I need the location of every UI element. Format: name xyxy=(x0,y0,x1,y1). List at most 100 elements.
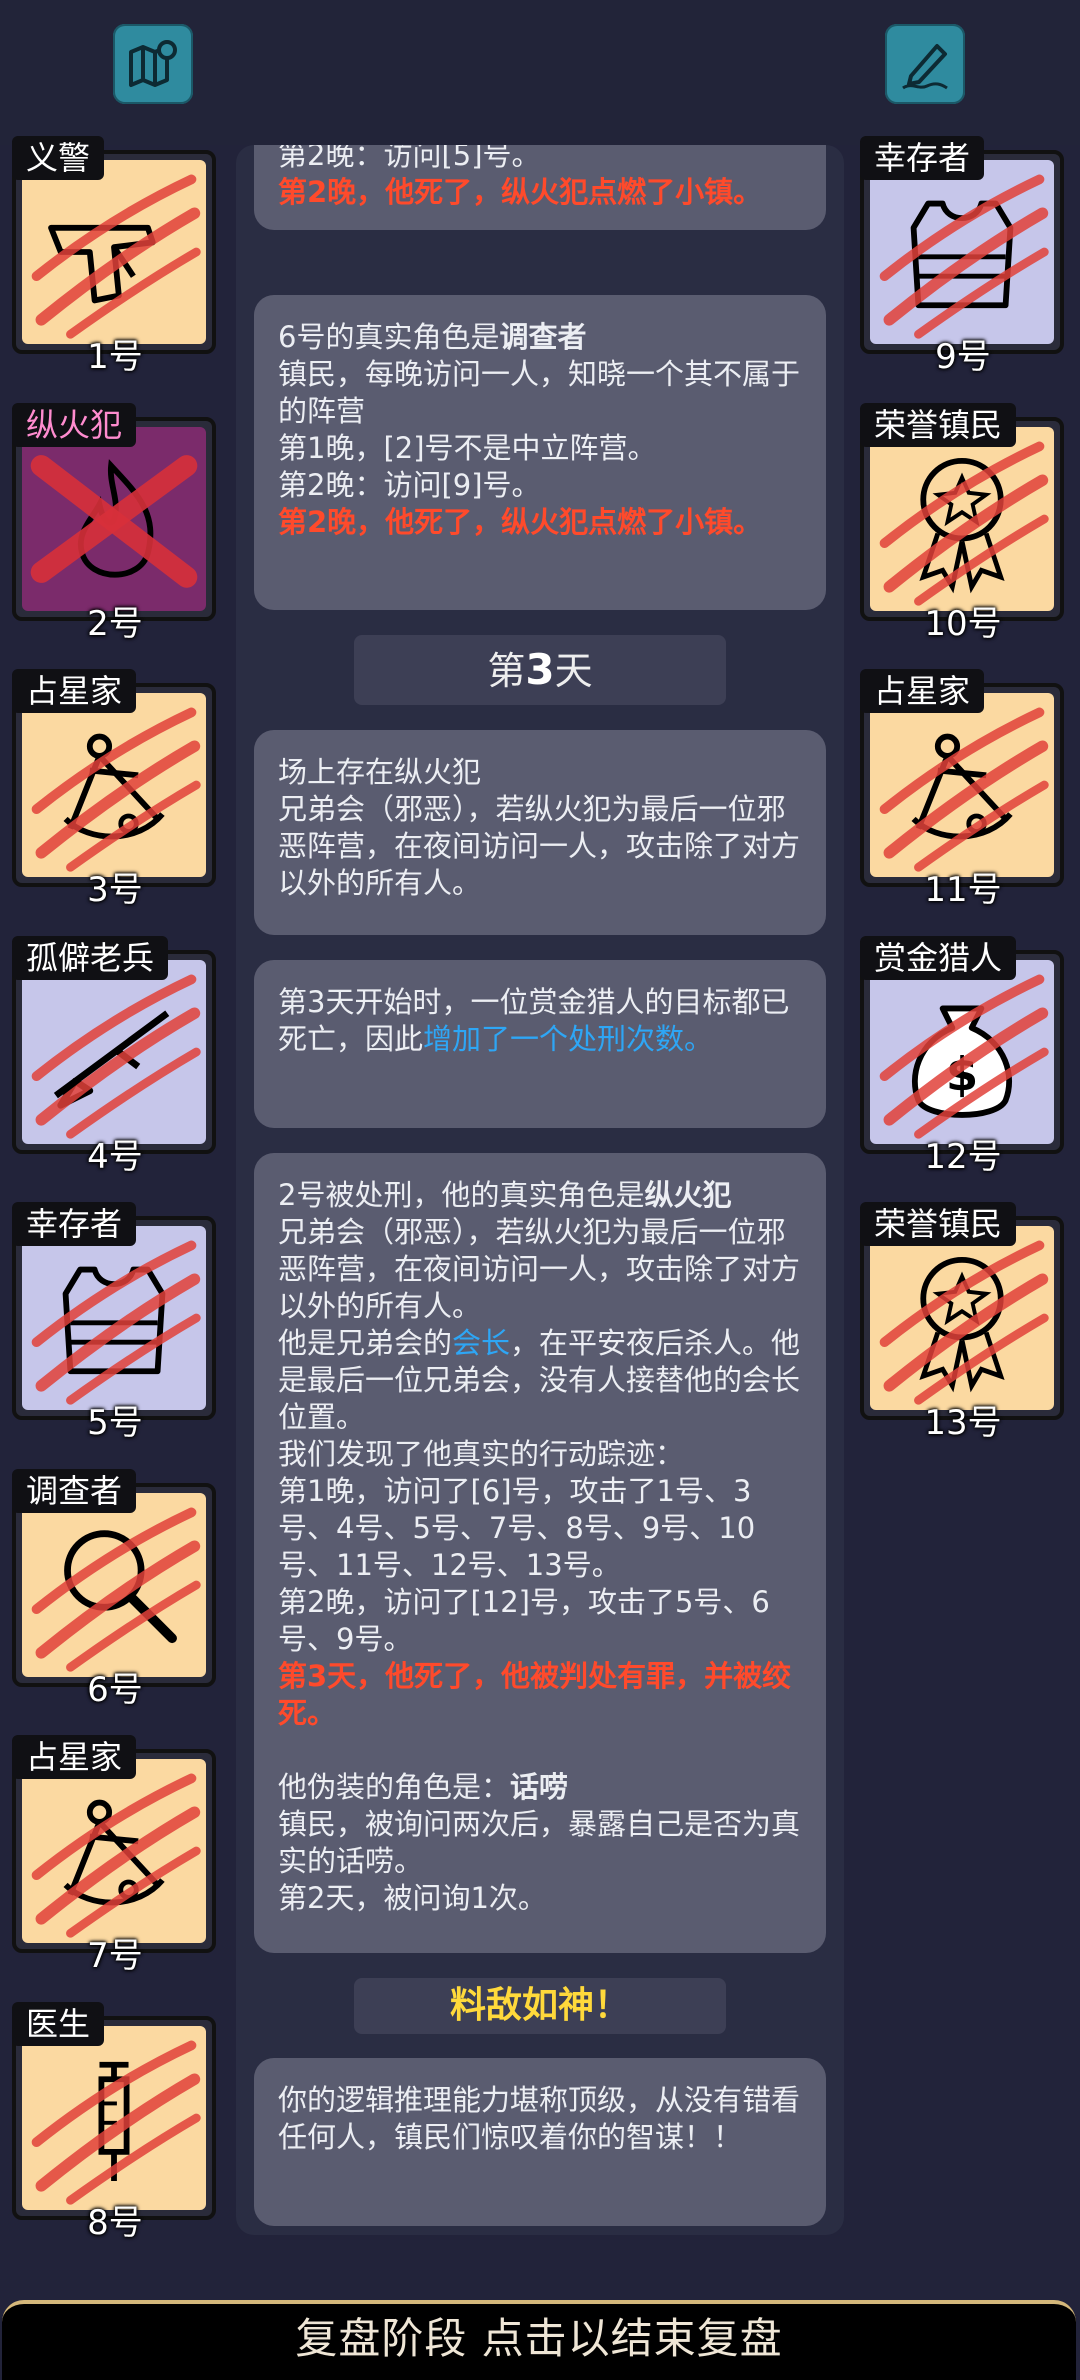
notes-button[interactable] xyxy=(885,24,965,104)
map-icon xyxy=(129,40,177,87)
player-card[interactable]: $ 赏金猎人 12号 xyxy=(860,935,1066,1177)
log-text: 你的逻辑推理能力堪称顶级，从没有错看任何人，镇民们惊叹着你的智谋！！ xyxy=(278,2083,801,2154)
role-label: 占星家 xyxy=(860,669,985,713)
log-line: 镇民，被询问两次后，暴露自己是否为真实的话唠。 xyxy=(278,1807,801,1878)
claw-marks-icon xyxy=(879,974,1049,1139)
player-card[interactable]: 义警 1号 xyxy=(12,136,218,377)
log-line: 他伪装的角色是：话唠 xyxy=(278,1769,802,1806)
log-text: 他伪装的角色是： xyxy=(278,1770,511,1804)
day-number: 3 xyxy=(525,645,555,694)
log-text: 他是兄弟会的 xyxy=(278,1326,453,1360)
log-line: 第2晚：访问[9]号。 xyxy=(278,468,541,502)
role-label: 纵火犯 xyxy=(12,402,137,447)
claw-marks-icon xyxy=(31,1773,201,1938)
claw-marks-icon xyxy=(31,1507,201,1672)
player-number: 8号 xyxy=(87,2202,143,2243)
player-number: 11号 xyxy=(924,870,1002,910)
player-card[interactable]: 医生 8号 xyxy=(12,2001,218,2243)
log-line: 场上存在纵火犯 xyxy=(278,755,482,789)
role-label: 赏金猎人 xyxy=(860,935,1017,980)
log-line: 兄弟会（邪恶），若纵火犯为最后一位邪恶阵营，在夜间访问一人，攻击除了对方以外的所… xyxy=(278,1215,801,1323)
player-card[interactable]: 占星家 11号 xyxy=(860,669,1066,910)
day-suffix: 天 xyxy=(554,649,593,693)
log-message: 2号被处刑，他的真实角色是纵火犯 兄弟会（邪恶），若纵火犯为最后一位邪恶阵营，在… xyxy=(254,1153,826,1953)
role-name: 纵火犯 xyxy=(644,1178,732,1212)
player-number: 9号 xyxy=(935,337,991,377)
player-number: 6号 xyxy=(87,1669,143,1710)
claw-marks-icon xyxy=(879,174,1049,339)
award-title: 料敌如神！ xyxy=(354,1978,726,2034)
role-label: 占星家 xyxy=(12,1735,137,1779)
claw-marks-icon xyxy=(31,1240,201,1405)
role-label: 占星家 xyxy=(12,669,137,713)
day-header: 第3天 xyxy=(354,635,726,705)
player-card[interactable]: 孤僻老兵 4号 xyxy=(12,935,218,1177)
claw-marks-icon xyxy=(879,707,1049,872)
role-label: 义警 xyxy=(12,136,105,180)
role-label: 幸存者 xyxy=(12,1202,137,1246)
player-number: 4号 xyxy=(87,1136,143,1177)
role-label: 荣誉镇民 xyxy=(860,1202,1017,1246)
log-line: 他是兄弟会的会长，在平安夜后杀人。他是最后一位兄弟会，没有人接替他的会长位置。 xyxy=(278,1325,802,1436)
log-line: 镇民，每晚访问一人，知晓一个其不属于的阵营 xyxy=(278,357,801,428)
player-card[interactable]: 荣誉镇民 10号 xyxy=(860,402,1066,644)
pencil-icon xyxy=(902,44,948,90)
player-number: 13号 xyxy=(924,1403,1002,1443)
player-number: 5号 xyxy=(87,1403,143,1443)
role-name: 调查者 xyxy=(499,320,587,354)
log-line: 6号的真实角色是调查者 xyxy=(278,319,802,356)
log-text: 6号的真实角色是 xyxy=(278,320,500,354)
log-message: 6号的真实角色是调查者 镇民，每晚访问一人，知晓一个其不属于的阵营 第1晚，[2… xyxy=(254,295,826,610)
replay-log-panel[interactable]: 第2晚：访问[5]号。 第2晚，他死了，纵火犯点燃了小镇。 6号的真实角色是调查… xyxy=(236,145,844,2235)
log-line: 第1晚，访问了[6]号，攻击了1号、3号、4号、5号、7号、8号、9号、10号、… xyxy=(278,1474,756,1582)
player-card[interactable]: 占星家 7号 xyxy=(12,1735,218,1976)
player-card[interactable]: 调查者 6号 xyxy=(12,1468,218,1710)
player-number: 2号 xyxy=(87,603,143,644)
claw-marks-icon xyxy=(31,2040,201,2205)
claw-marks-icon xyxy=(31,974,201,1139)
log-line: 第2晚，访问了[12]号，攻击了5号、6号、9号。 xyxy=(278,1585,770,1656)
top-bar xyxy=(0,0,1080,145)
log-text: 2号被处刑，他的真实角色是 xyxy=(278,1178,645,1212)
claw-marks-icon xyxy=(30,454,198,588)
highlight-text: 会长 xyxy=(452,1326,511,1360)
log-message: 场上存在纵火犯 兄弟会（邪恶），若纵火犯为最后一位邪恶阵营，在夜间访问一人，攻击… xyxy=(254,730,826,935)
end-replay-button[interactable]: 复盘阶段 点击以结束复盘 xyxy=(2,2300,1076,2380)
claw-marks-icon xyxy=(879,441,1049,606)
log-line: 2号被处刑，他的真实角色是纵火犯 xyxy=(278,1177,802,1214)
player-number: 7号 xyxy=(87,1936,143,1976)
role-label: 调查者 xyxy=(12,1468,137,1513)
role-label: 孤僻老兵 xyxy=(12,935,169,980)
claw-marks-icon xyxy=(879,1240,1049,1405)
player-number: 3号 xyxy=(87,870,143,910)
role-name: 话唠 xyxy=(510,1770,569,1804)
role-label: 幸存者 xyxy=(860,136,985,180)
death-line: 第2晚，他死了，纵火犯点燃了小镇。 xyxy=(278,175,763,209)
claw-marks-icon xyxy=(31,174,201,339)
role-label: 医生 xyxy=(12,2001,105,2046)
log-message: 你的逻辑推理能力堪称顶级，从没有错看任何人，镇民们惊叹着你的智谋！！ xyxy=(254,2058,826,2226)
player-card[interactable]: 纵火犯 2号 xyxy=(12,402,218,644)
player-card[interactable]: 荣誉镇民 13号 xyxy=(860,1202,1066,1443)
death-line: 第2晚，他死了，纵火犯点燃了小镇。 xyxy=(278,505,763,539)
map-button[interactable] xyxy=(113,24,193,104)
log-line: 第2晚：访问[5]号。 xyxy=(278,145,541,172)
log-message: 第2晚：访问[5]号。 第2晚，他死了，纵火犯点燃了小镇。 xyxy=(254,145,826,230)
log-line: 第1晚，[2]号不是中立阵营。 xyxy=(278,431,657,465)
highlight-text: 增加了一个处刑次数。 xyxy=(423,1022,714,1056)
role-label: 荣誉镇民 xyxy=(860,402,1017,447)
player-number: 1号 xyxy=(87,337,143,377)
log-line: 兄弟会（邪恶），若纵火犯为最后一位邪恶阵营，在夜间访问一人，攻击除了对方以外的所… xyxy=(278,792,801,900)
log-line: 我们发现了他真实的行动踪迹： xyxy=(278,1437,685,1471)
player-number: 10号 xyxy=(924,603,1002,644)
player-card[interactable]: 占星家 3号 xyxy=(12,669,218,910)
player-card[interactable]: 幸存者 5号 xyxy=(12,1202,218,1443)
death-line: 第3天，他死了，他被判处有罪，并被绞死。 xyxy=(278,1659,792,1730)
player-number: 12号 xyxy=(924,1136,1002,1177)
day-prefix: 第 xyxy=(487,649,526,693)
player-card[interactable]: 幸存者 9号 xyxy=(860,136,1066,377)
log-line: 第2天，被问询1次。 xyxy=(278,1881,547,1915)
log-message: 第3天开始时，一位赏金猎人的目标都已死亡，因此增加了一个处刑次数。 xyxy=(254,960,826,1128)
claw-marks-icon xyxy=(31,707,201,872)
